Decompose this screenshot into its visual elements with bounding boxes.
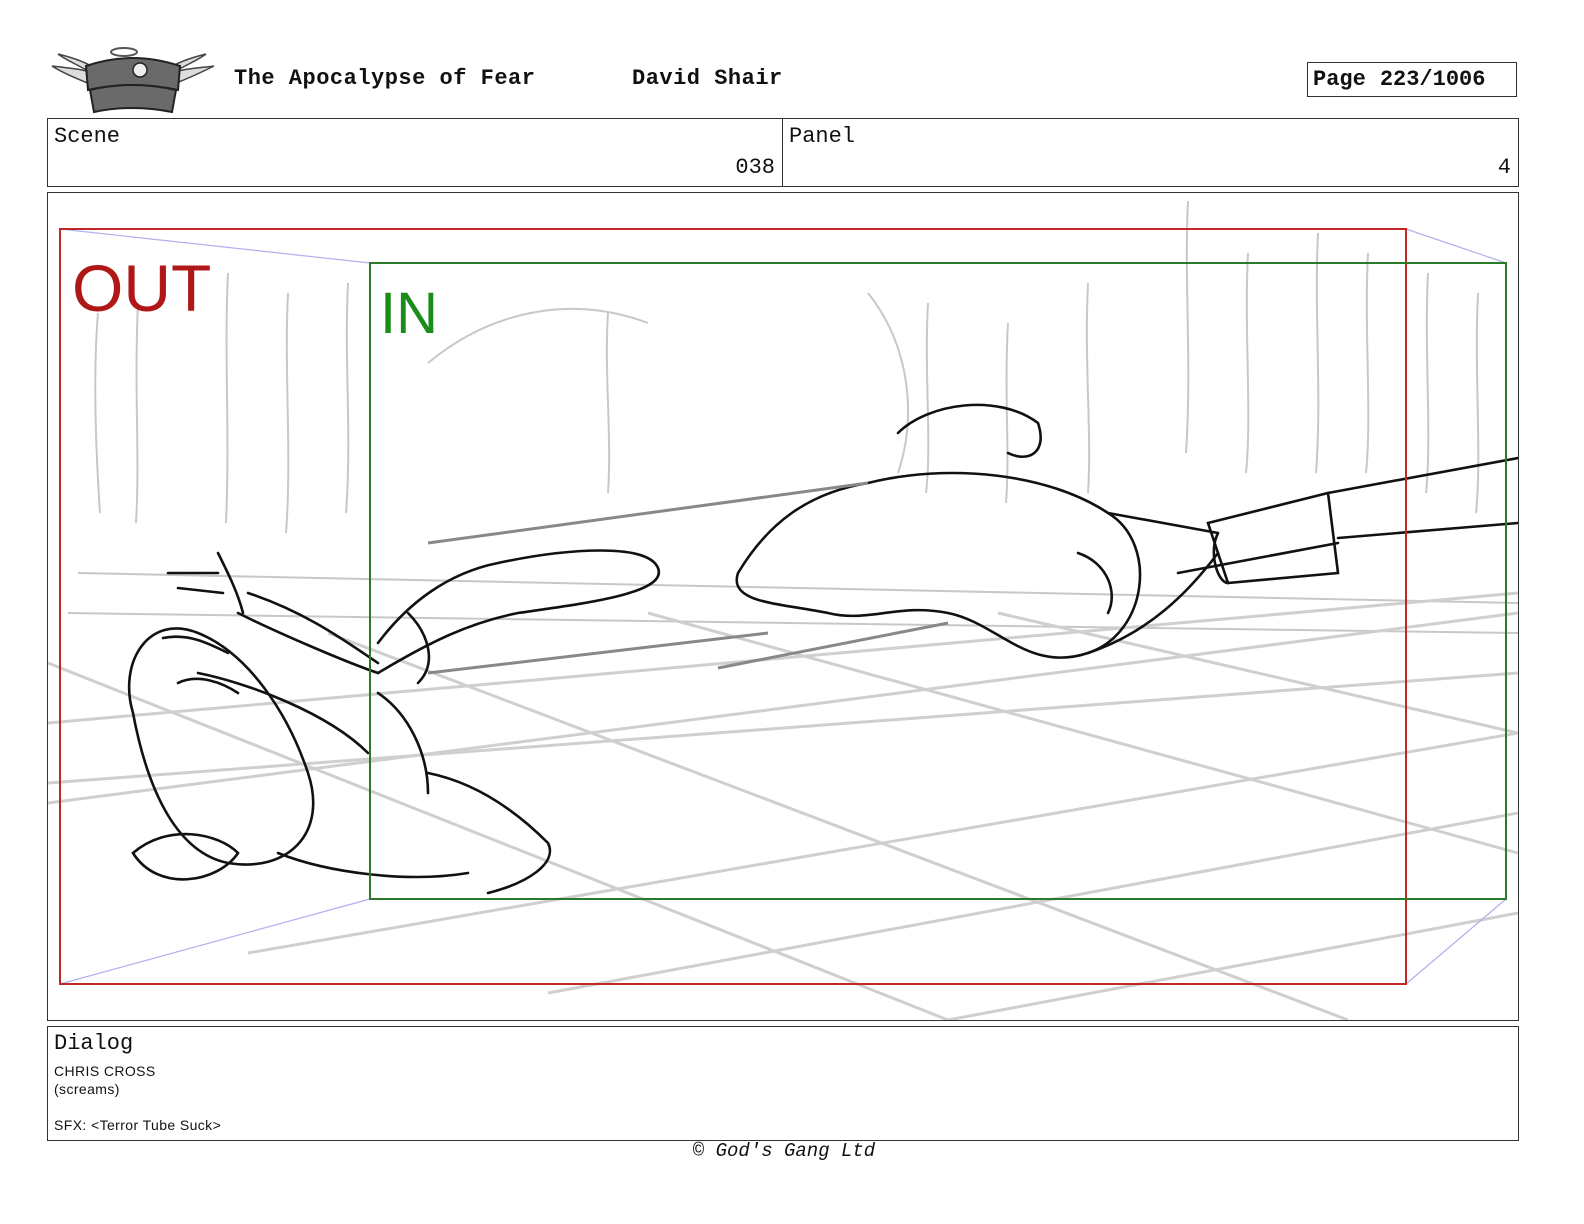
- scene-number: 038: [735, 155, 775, 180]
- floor-grid: [48, 591, 1518, 1020]
- panel-label: Panel: [789, 124, 856, 149]
- copyright-footer: © God's Gang Ltd: [692, 1140, 876, 1162]
- suction-beam: [427, 481, 949, 675]
- dialog-sfx: SFX: <Terror Tube Suck>: [54, 1117, 222, 1133]
- gods-gang-logo: [50, 46, 216, 118]
- page-number: 223/1006: [1379, 67, 1486, 92]
- in-label: IN: [380, 281, 438, 346]
- storyboard-frame: OUT IN: [47, 192, 1519, 1021]
- out-label: OUT: [72, 251, 211, 325]
- panel-number: 4: [1497, 155, 1511, 180]
- panel-sketch: OUT IN: [48, 200, 1518, 1020]
- scene-cell: Scene 038: [48, 119, 783, 186]
- dialog-character: CHRIS CROSS: [54, 1063, 156, 1079]
- panel-cell: Panel 4: [783, 119, 1518, 186]
- dialog-direction: (screams): [54, 1081, 120, 1097]
- scene-panel-info: Scene 038 Panel 4: [47, 118, 1519, 187]
- author-name: David Shair: [632, 66, 783, 91]
- background-sketch: [67, 200, 1518, 634]
- scene-label: Scene: [54, 124, 121, 149]
- page-label: Page: [1313, 67, 1366, 92]
- dialog-label: Dialog: [54, 1031, 134, 1056]
- page-indicator: Page 223/1006: [1307, 62, 1517, 97]
- dialog-box: Dialog CHRIS CROSS (screams) SFX: <Terro…: [47, 1026, 1519, 1141]
- storyboard-title: The Apocalypse of Fear: [234, 66, 536, 91]
